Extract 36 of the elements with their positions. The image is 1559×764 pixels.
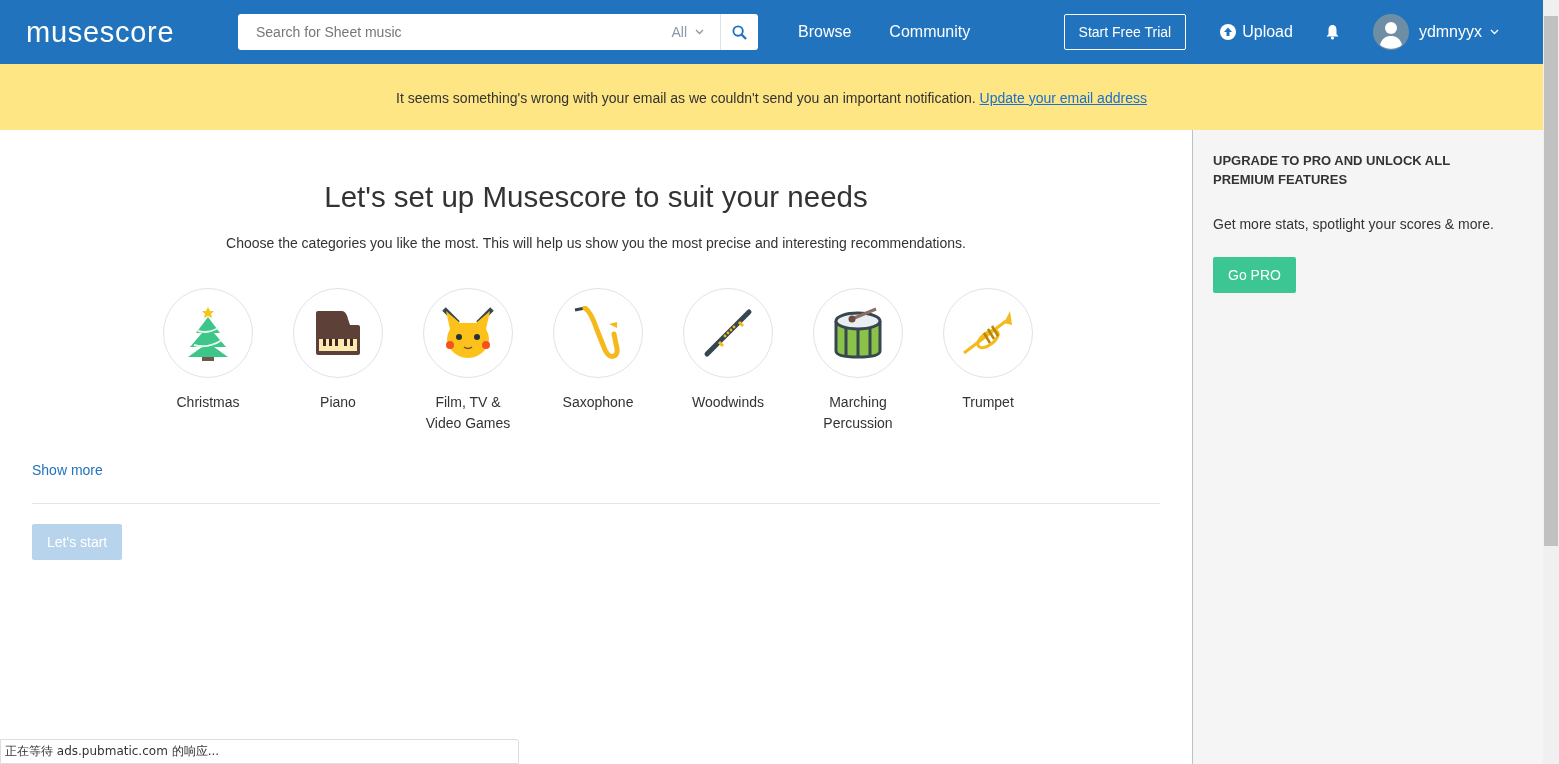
- page-subtitle: Choose the categories you like the most. This will help us show you the most precise and interesting recommendations.: [225, 234, 967, 254]
- show-more-link[interactable]: Show more: [32, 460, 103, 482]
- upload-icon: [1220, 24, 1237, 40]
- bell-icon[interactable]: [1324, 24, 1340, 40]
- category-label: Film, TV & Video Games: [424, 393, 512, 434]
- drum-icon: [832, 307, 884, 360]
- piano-icon: [314, 309, 362, 358]
- banner-message: It seems something's wrong with your email as we couldn't send you an important notification. Update your email address: [396, 88, 1147, 108]
- category-label: Trumpet: [961, 393, 1015, 413]
- nav-link[interactable]: Community: [889, 20, 971, 44]
- nav-link[interactable]: Browse: [798, 20, 852, 44]
- category-label: Piano: [319, 393, 357, 413]
- upgrade-heading: UPGRADE TO PRO AND UNLOCK ALL PREMIUM FEATURES: [1213, 152, 1451, 189]
- upgrade-description: Get more stats, spotlight your scores & more.: [1213, 215, 1495, 234]
- upload-label: Upload: [1242, 22, 1293, 42]
- category-label: Marching Percussion: [822, 393, 894, 434]
- saxophone-icon: [573, 306, 623, 361]
- clarinet-icon: [703, 308, 753, 359]
- user-menu[interactable]: ydmnyyx: [1418, 20, 1499, 44]
- chevron-down-icon: [695, 29, 704, 35]
- cartoon-face-icon: [442, 307, 494, 360]
- page-title: Let's set up Musescore to suit your needs: [323, 179, 869, 215]
- status-bar: 正在等待 ads.pubmatic.com 的响应...: [0, 739, 519, 764]
- category-label: Christmas: [175, 393, 241, 413]
- musescore-logo[interactable]: musescore: [26, 17, 238, 47]
- start-free-trial-button[interactable]: Start Free Trial: [1063, 14, 1187, 50]
- avatar-icon[interactable]: [1372, 14, 1409, 50]
- upload-link[interactable]: Upload: [1220, 20, 1293, 44]
- category-label: Saxophone: [561, 393, 635, 413]
- update-email-link[interactable]: Update your email address: [979, 89, 1147, 106]
- chevron-down-icon: [1490, 29, 1499, 35]
- search-field[interactable]: Search for Sheet music: [238, 14, 672, 50]
- search-button[interactable]: [720, 14, 758, 50]
- category-label: Woodwinds: [690, 393, 766, 413]
- filter-dropdown[interactable]: All: [671, 14, 720, 50]
- search-icon: [732, 24, 747, 40]
